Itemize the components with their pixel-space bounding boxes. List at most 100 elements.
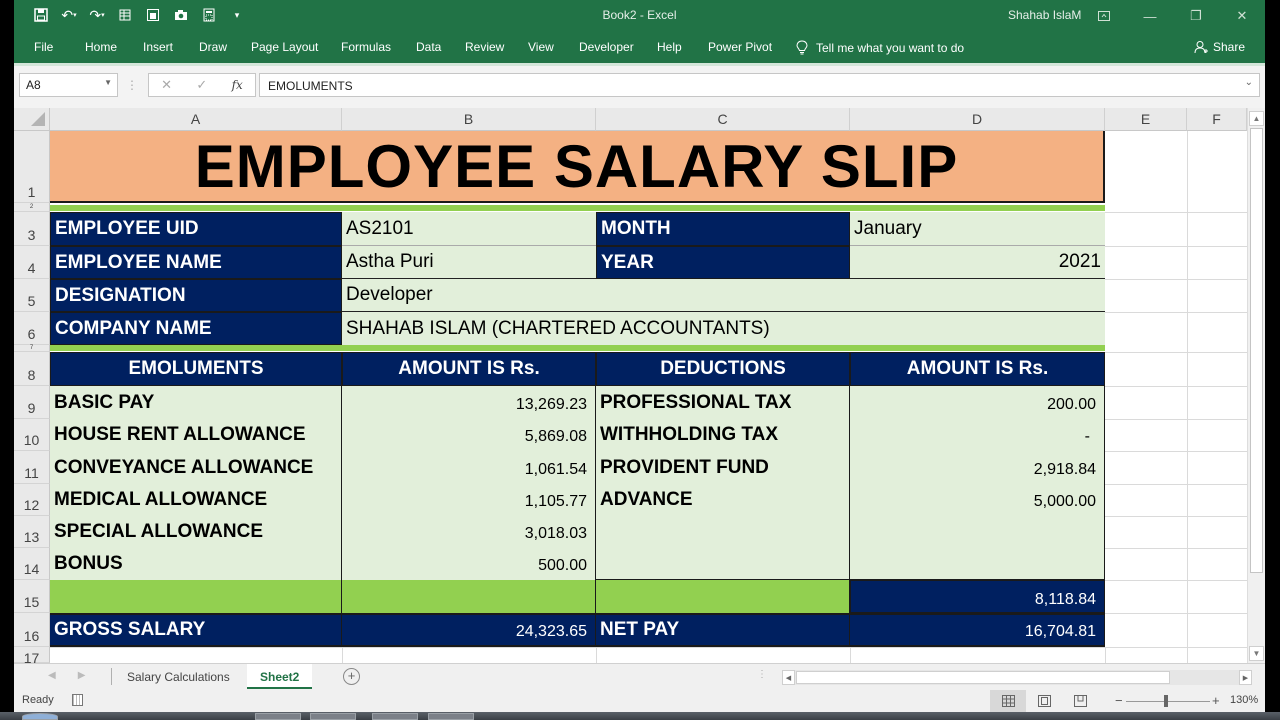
row-header-4[interactable]: 4	[14, 246, 50, 279]
share-button[interactable]: Share	[1194, 40, 1245, 54]
month-label[interactable]: MONTH	[596, 212, 850, 246]
gross-salary-value[interactable]: 24,323.65	[342, 613, 596, 647]
tab-review[interactable]: Review	[465, 40, 504, 54]
minimize-icon[interactable]: —	[1127, 0, 1173, 32]
horizontal-scrollbar[interactable]: ◀ ▶	[782, 670, 1252, 685]
emolument-label[interactable]: BONUS	[50, 548, 340, 580]
name-box[interactable]: A8 ▼	[19, 73, 118, 97]
tab-insert[interactable]: Insert	[143, 40, 173, 54]
user-name[interactable]: Shahab IslaM	[1008, 8, 1081, 22]
month-value[interactable]: January	[850, 212, 1105, 246]
worksheet-grid[interactable]: A B C D E F 1 2 3 4 5 6 7 8 9 10 11 12 1…	[14, 108, 1265, 663]
sheet-tab-sheet2[interactable]: Sheet2	[247, 664, 313, 689]
tab-developer[interactable]: Developer	[579, 40, 634, 54]
row-header-1[interactable]: 1	[14, 131, 50, 203]
row-header-13[interactable]: 13	[14, 516, 50, 548]
total-deductions-value[interactable]: 8,118.84	[850, 580, 1105, 613]
zoom-in-button[interactable]: +	[1212, 693, 1220, 708]
emoluments-header[interactable]: EMOLUMENTS	[50, 352, 342, 386]
zoom-slider[interactable]	[1126, 701, 1210, 702]
column-header-e[interactable]: E	[1105, 108, 1187, 131]
deduction-label[interactable]: PROFESSIONAL TAX	[596, 386, 849, 419]
expand-formula-bar-icon[interactable]: ⌄	[1245, 77, 1253, 88]
row-header-12[interactable]: 12	[14, 484, 50, 516]
zoom-out-button[interactable]: −	[1115, 693, 1123, 708]
emolument-amount[interactable]: 5,869.08	[342, 421, 595, 453]
row-header-16[interactable]: 16	[14, 613, 50, 647]
deduction-amount[interactable]: 2,918.84	[850, 453, 1104, 486]
taskbar-app[interactable]	[372, 713, 418, 720]
page-layout-view-icon[interactable]	[1026, 690, 1062, 712]
row-header-14[interactable]: 14	[14, 548, 50, 580]
formula-bar-splitter[interactable]: ⋮	[126, 78, 138, 92]
row-header-17[interactable]: 17	[14, 647, 50, 663]
close-icon[interactable]: ✕	[1219, 0, 1265, 32]
employee-uid-label[interactable]: EMPLOYEE UID	[50, 212, 342, 246]
emolument-label[interactable]: CONVEYANCE ALLOWANCE	[50, 451, 340, 484]
year-label[interactable]: YEAR	[596, 246, 850, 279]
tab-split-handle[interactable]: ⋮	[757, 669, 767, 680]
deduction-amount[interactable]: 200.00	[850, 388, 1104, 421]
deductions-header[interactable]: DEDUCTIONS	[596, 352, 850, 386]
formula-input[interactable]: EMOLUMENTS ⌄	[259, 73, 1260, 97]
row-header-10[interactable]: 10	[14, 419, 50, 451]
horizontal-scroll-thumb[interactable]	[796, 671, 1170, 684]
restore-icon[interactable]: ❐	[1173, 0, 1219, 32]
prev-sheet-icon[interactable]: ◀	[48, 670, 56, 681]
year-value[interactable]: 2021	[850, 246, 1105, 279]
deduction-label[interactable]: ADVANCE	[596, 484, 849, 516]
salary-slip-title[interactable]: EMPLOYEE SALARY SLIP	[50, 131, 1105, 203]
vertical-scrollbar[interactable]: ▲ ▼	[1247, 108, 1265, 663]
emolument-amount[interactable]: 13,269.23	[342, 388, 595, 421]
emolument-label[interactable]: SPECIAL ALLOWANCE	[50, 516, 340, 548]
column-header-c[interactable]: C	[596, 108, 850, 131]
emolument-amount[interactable]: 1,105.77	[342, 486, 595, 518]
row-header-11[interactable]: 11	[14, 451, 50, 484]
designation-label[interactable]: DESIGNATION	[50, 279, 342, 312]
column-header-b[interactable]: B	[342, 108, 596, 131]
deduction-amount[interactable]: 5,000.00	[850, 486, 1104, 518]
tab-view[interactable]: View	[528, 40, 554, 54]
emolument-label[interactable]: HOUSE RENT ALLOWANCE	[50, 419, 340, 451]
normal-view-icon[interactable]	[990, 690, 1026, 712]
sheet-tab-salary-calculations[interactable]: Salary Calculations	[114, 664, 243, 689]
tell-me-search[interactable]: Tell me what you want to do	[796, 40, 964, 55]
tab-page-layout[interactable]: Page Layout	[251, 40, 318, 54]
scroll-down-icon[interactable]: ▼	[1249, 646, 1264, 661]
column-header-d[interactable]: D	[850, 108, 1105, 131]
row-header-6[interactable]: 6	[14, 312, 50, 345]
deduction-label[interactable]: WITHHOLDING TAX	[596, 419, 849, 451]
taskbar-app[interactable]	[428, 713, 474, 720]
emolument-amount[interactable]: 3,018.03	[342, 518, 595, 550]
subtotal-spacer-c[interactable]	[596, 580, 850, 613]
tab-formulas[interactable]: Formulas	[341, 40, 391, 54]
gross-salary-label[interactable]: GROSS SALARY	[50, 613, 342, 647]
column-header-a[interactable]: A	[50, 108, 342, 131]
designation-value[interactable]: Developer	[342, 279, 1105, 312]
zoom-level[interactable]: 130%	[1230, 694, 1258, 706]
scroll-up-icon[interactable]: ▲	[1249, 111, 1264, 126]
subtotal-spacer-b[interactable]	[342, 580, 596, 613]
tab-draw[interactable]: Draw	[199, 40, 227, 54]
next-sheet-icon[interactable]: ▶	[78, 670, 86, 681]
emolument-label[interactable]: BASIC PAY	[50, 386, 340, 419]
tab-file[interactable]: File	[34, 40, 53, 54]
insert-function-icon[interactable]: fx	[232, 78, 243, 92]
row-header-9[interactable]: 9	[14, 386, 50, 419]
employee-uid-value[interactable]: AS2101	[342, 212, 596, 246]
zoom-slider-handle[interactable]	[1164, 695, 1168, 707]
net-pay-value[interactable]: 16,704.81	[850, 613, 1105, 647]
emolument-amount[interactable]: 500.00	[342, 550, 595, 582]
row-header-15[interactable]: 15	[14, 580, 50, 613]
employee-name-value[interactable]: Astha Puri	[342, 246, 596, 279]
row-header-8[interactable]: 8	[14, 352, 50, 386]
tab-home[interactable]: Home	[85, 40, 117, 54]
company-name-value[interactable]: SHAHAB ISLAM (CHARTERED ACCOUNTANTS)	[342, 312, 1105, 345]
select-all-button[interactable]	[14, 108, 50, 131]
enter-icon[interactable]: ✓	[196, 77, 207, 93]
emolument-label[interactable]: MEDICAL ALLOWANCE	[50, 484, 340, 516]
row-header-2[interactable]: 2	[14, 203, 50, 212]
emolument-amount[interactable]: 1,061.54	[342, 453, 595, 486]
deduction-amount[interactable]: -	[850, 421, 1104, 453]
company-name-label[interactable]: COMPANY NAME	[50, 312, 342, 345]
